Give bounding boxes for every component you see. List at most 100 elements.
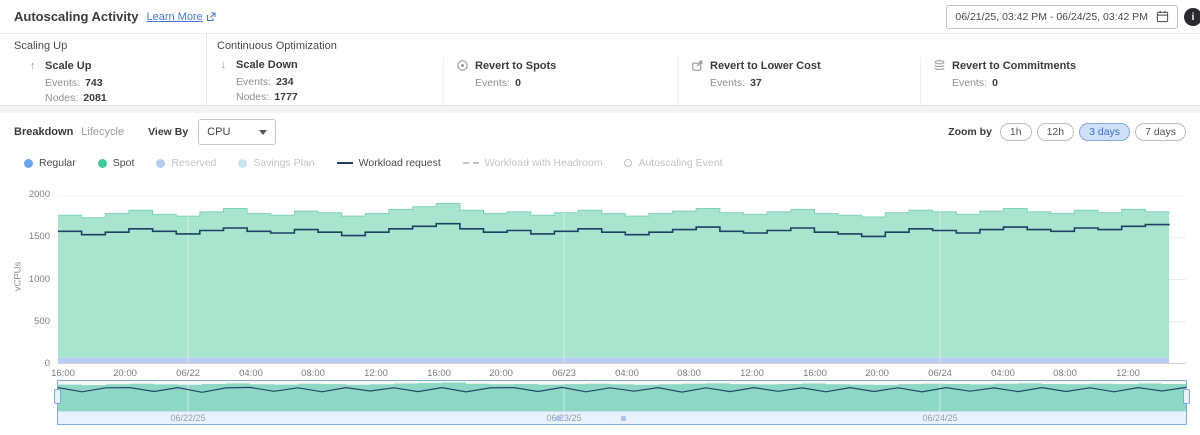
zoom-by-options: 1h 12h3 days 7 days (1000, 123, 1186, 141)
x-axis-tick: 16:00 (793, 368, 837, 379)
x-axis-tick: 08:00 (291, 368, 335, 379)
metric-value: 0 (992, 77, 998, 89)
view-by-value: CPU (207, 126, 230, 138)
zoom-option-3-days[interactable]: 3 days (1079, 123, 1130, 141)
x-axis-tick: 08:00 (667, 368, 711, 379)
legend-item-workload-request[interactable]: Workload request (337, 157, 441, 169)
metric-label: Events: (45, 77, 80, 89)
legend-label: Savings Plan (253, 157, 314, 169)
external-link-icon (206, 12, 216, 22)
metric-revert-to-spots: Revert to Spots Events: 0 (443, 57, 678, 105)
zoom-option-12h[interactable]: 12h (1037, 123, 1075, 141)
arrow-up-icon: ↑ (26, 60, 39, 72)
metric-label: Nodes: (45, 92, 78, 104)
metric-name: Revert to Lower Cost (710, 60, 821, 72)
metric-label: Events: (710, 77, 745, 89)
legend-swatch-icon (24, 159, 33, 168)
metric-value: 1777 (274, 91, 297, 103)
arrow-down-icon: ↓ (217, 59, 230, 71)
x-axis-tick: 12:00 (354, 368, 398, 379)
main-chart-svg (58, 195, 1186, 364)
legend-label: Spot (113, 157, 135, 169)
legend-swatch-icon (156, 159, 165, 168)
metric-value: 37 (750, 77, 762, 89)
metric-row: Events: 0 (933, 76, 1200, 91)
date-range-input[interactable]: 06/21/25, 03:42 PM - 06/24/25, 03:42 PM (946, 5, 1178, 29)
section-continuous-optimization: Continuous Optimization ↓ Scale Down Eve… (207, 34, 1200, 105)
x-axis-tick: 04:00 (229, 368, 273, 379)
x-axis-tick: 20:00 (479, 368, 523, 379)
tab-lifecycle[interactable]: Lifecycle (81, 126, 124, 138)
top-bar: Autoscaling Activity Learn More 06/21/25… (0, 0, 1200, 33)
zoom-option-1h[interactable]: 1h (1000, 123, 1032, 141)
x-axis-tick: 06/22 (166, 368, 210, 379)
legend-swatch-icon (463, 162, 479, 164)
legend-item-spot[interactable]: Spot (98, 157, 135, 169)
metric-revert-to-lower-cost: Revert to Lower Cost Events: 37 (678, 57, 920, 105)
calendar-icon (1156, 10, 1169, 23)
legend-swatch-icon (238, 159, 247, 168)
navigator-right-handle[interactable] (1183, 389, 1190, 404)
legend-label: Reserved (171, 157, 216, 169)
navigator-date-label: 06/23/25 (536, 413, 592, 423)
chart-panel: Breakdown Lifecycle View By CPU Zoom by … (0, 113, 1200, 434)
navigator-grip[interactable] (556, 416, 561, 421)
metric-name: Revert to Commitments (952, 60, 1076, 72)
x-axis-tick: 06/23 (542, 368, 586, 379)
chevron-down-icon (259, 130, 267, 135)
metric-scale-up: ↑ Scale Up Events: 743 Nodes: 2081 (14, 58, 206, 106)
metric-row: Nodes: 1777 (217, 90, 443, 105)
chart-navigator[interactable]: 06/22/25 06/23/25 06/24/25 (57, 380, 1187, 425)
section-scaling-up: Scaling Up ↑ Scale Up Events: 743 Nodes:… (0, 34, 207, 105)
tab-breakdown[interactable]: Breakdown (14, 126, 73, 138)
main-chart-area (58, 195, 1186, 364)
x-axis-tick: 20:00 (103, 368, 147, 379)
metric-row: Nodes: 2081 (26, 91, 206, 106)
metric-value: 0 (515, 77, 521, 89)
metric-value: 234 (276, 76, 294, 88)
metric-scale-down: ↓ Scale Down Events: 234 Nodes: 1777 (207, 57, 443, 105)
navigator-selection-overlay (58, 381, 1186, 411)
revert-to-commitments-icon (933, 59, 946, 72)
x-axis-tick: 16:00 (41, 368, 85, 379)
navigator-date-label: 06/22/25 (160, 413, 216, 423)
zoom-option-7-days[interactable]: 7 days (1135, 123, 1186, 141)
metric-label: Events: (475, 77, 510, 89)
metric-label: Nodes: (236, 91, 269, 103)
metric-name: Revert to Spots (475, 60, 556, 72)
navigator-date-label: 06/24/25 (912, 413, 968, 423)
revert-to-lower-cost-icon (691, 59, 704, 72)
legend-label: Regular (39, 157, 76, 169)
legend-item-regular[interactable]: Regular (24, 157, 76, 169)
view-by-select[interactable]: CPU (198, 119, 276, 145)
navigator-mini-chart[interactable] (58, 381, 1186, 411)
panel-divider (0, 106, 1200, 113)
legend-item-savings-plan[interactable]: Savings Plan (238, 157, 314, 169)
date-range-value: 06/21/25, 03:42 PM - 06/24/25, 03:42 PM (955, 11, 1148, 23)
legend-item-reserved[interactable]: Reserved (156, 157, 216, 169)
learn-more-link[interactable]: Learn More (146, 11, 215, 23)
chart-legend: Regular Spot Reserved Savings Plan Workload … (24, 157, 723, 169)
legend-item-workload-with-headroom[interactable]: Workload with Headroom (463, 157, 603, 169)
autoscaling-stats-panel: Scaling Up ↑ Scale Up Events: 743 Nodes:… (0, 33, 1200, 106)
metric-name: Scale Up (45, 60, 91, 72)
x-axis-tick: 16:00 (417, 368, 461, 379)
navigator-date-strip: 06/22/25 06/23/25 06/24/25 (58, 411, 1186, 424)
navigator-left-handle[interactable] (54, 389, 61, 404)
metric-row: Events: 234 (217, 75, 443, 90)
x-axis-tick: 12:00 (1106, 368, 1150, 379)
metric-label: Events: (952, 77, 987, 89)
metric-value: 2081 (83, 92, 106, 104)
x-axis-tick: 20:00 (855, 368, 899, 379)
legend-item-autoscaling-event[interactable]: Autoscaling Event (624, 157, 722, 169)
metric-value: 743 (85, 77, 103, 89)
navigator-grip[interactable] (621, 416, 626, 421)
metric-row: Events: 0 (456, 76, 678, 91)
revert-to-spots-icon (456, 59, 469, 72)
info-icon[interactable]: i (1184, 8, 1200, 26)
x-axis-tick: 12:00 (730, 368, 774, 379)
legend-swatch-icon (624, 159, 632, 167)
view-by-label: View By (148, 126, 188, 138)
x-axis-tick: 04:00 (981, 368, 1025, 379)
legend-swatch-icon (337, 162, 353, 164)
